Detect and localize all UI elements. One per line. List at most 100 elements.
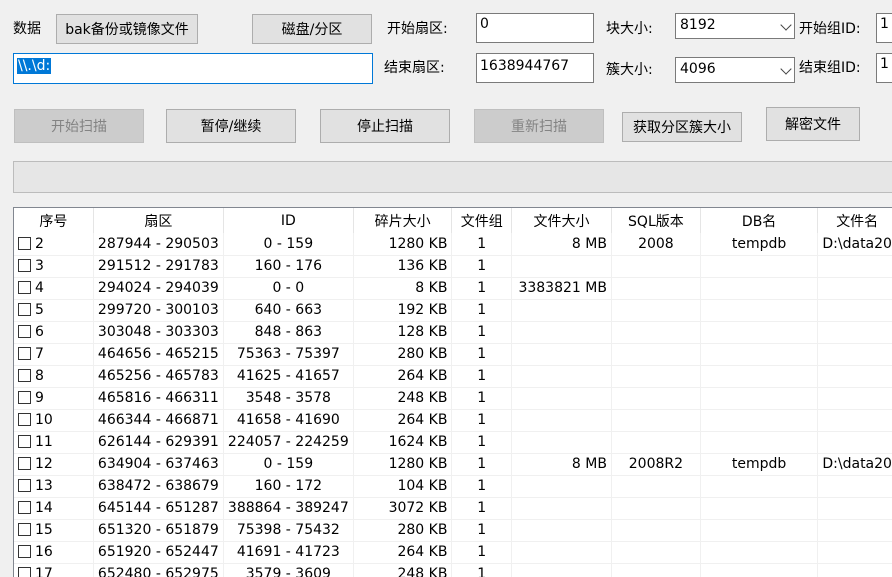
col-index-cell[interactable]: 16 <box>14 541 94 564</box>
table-row[interactable]: 10 466344 - 466871 41658 - 41690 264 KB 1 <box>14 409 892 432</box>
col-fragment-size-cell: 3072 KB <box>353 497 453 520</box>
col-index-cell[interactable]: 10 <box>14 409 94 432</box>
row-checkbox[interactable] <box>18 567 31 577</box>
col-db-name-cell <box>700 299 819 322</box>
table-row[interactable]: 16 651920 - 652447 41691 - 41723 264 KB 1 <box>14 541 892 564</box>
col-file-size-header[interactable]: 文件大小 <box>511 208 612 233</box>
col-db-name-cell: tempdb <box>700 233 819 256</box>
block-size-value: 8192 <box>680 17 716 33</box>
col-file-name-cell <box>817 299 892 322</box>
col-file-name-cell <box>817 541 892 564</box>
col-id-header[interactable]: ID <box>223 208 354 233</box>
result-table[interactable]: 序号 扇区 ID 碎片大小 文件组 文件大小 SQL版本 DB名 文件名 2 287944 - 2… <box>13 207 892 577</box>
col-file-size-cell <box>511 409 612 432</box>
start-group-input[interactable]: 1 <box>876 13 892 43</box>
col-sector-cell: 287944 - 290503 <box>93 233 224 256</box>
row-index: 14 <box>35 500 53 516</box>
data-label: 数据 <box>13 21 41 37</box>
block-size-select[interactable]: 8192 <box>675 13 795 39</box>
end-group-label: 结束组ID: <box>799 60 861 76</box>
table-row[interactable]: 7 464656 - 465215 75363 - 75397 280 KB 1 <box>14 343 892 366</box>
col-file-size-cell <box>511 519 612 542</box>
get-cluster-size-button[interactable]: 获取分区簇大小 <box>622 112 742 142</box>
col-index-cell[interactable]: 11 <box>14 431 94 454</box>
rescan-button[interactable]: 重新扫描 <box>474 109 604 143</box>
row-checkbox[interactable] <box>18 281 31 294</box>
col-filegroup-cell: 1 <box>451 299 513 322</box>
table-row[interactable]: 3 291512 - 291783 160 - 176 136 KB 1 <box>14 255 892 278</box>
col-index-cell[interactable]: 4 <box>14 277 94 300</box>
row-checkbox[interactable] <box>18 545 31 558</box>
table-row[interactable]: 9 465816 - 466311 3548 - 3578 248 KB 1 <box>14 387 892 410</box>
col-index-header[interactable]: 序号 <box>14 208 94 233</box>
disk-partition-button[interactable]: 磁盘/分区 <box>252 14 372 44</box>
table-row[interactable]: 17 652480 - 652975 3579 - 3609 248 KB 1 <box>14 563 892 577</box>
table-row[interactable]: 2 287944 - 290503 0 - 159 1280 KB 1 8 MB 2008 t… <box>14 233 892 256</box>
start-sector-label: 开始扇区: <box>387 21 448 37</box>
row-checkbox[interactable] <box>18 523 31 536</box>
col-fragment-size-header[interactable]: 碎片大小 <box>353 208 453 233</box>
row-checkbox[interactable] <box>18 391 31 404</box>
col-sql-version-header[interactable]: SQL版本 <box>611 208 701 233</box>
col-index-cell[interactable]: 9 <box>14 387 94 410</box>
col-db-name-cell <box>700 343 819 366</box>
col-index-cell[interactable]: 12 <box>14 453 94 476</box>
table-row[interactable]: 8 465256 - 465783 41625 - 41657 264 KB 1 <box>14 365 892 388</box>
row-checkbox[interactable] <box>18 501 31 514</box>
col-index-cell[interactable]: 2 <box>14 233 94 256</box>
row-checkbox[interactable] <box>18 325 31 338</box>
col-fragment-size-cell: 264 KB <box>353 541 453 564</box>
col-sector-cell: 651320 - 651879 <box>93 519 224 542</box>
col-index-cell[interactable]: 15 <box>14 519 94 542</box>
table-row[interactable]: 11 626144 - 629391 224057 - 224259 1624 KB 1 <box>14 431 892 454</box>
row-checkbox[interactable] <box>18 259 31 272</box>
col-index-cell[interactable]: 8 <box>14 365 94 388</box>
cluster-size-label: 簇大小: <box>606 62 653 78</box>
col-filegroup-header[interactable]: 文件组 <box>451 208 513 233</box>
row-checkbox[interactable] <box>18 479 31 492</box>
col-filegroup-cell: 1 <box>451 431 513 454</box>
end-sector-input[interactable]: 1638944767 <box>476 53 594 83</box>
source-button[interactable]: bak备份或镜像文件 <box>56 14 198 44</box>
row-checkbox[interactable] <box>18 369 31 382</box>
path-input[interactable]: \\.\d: <box>13 53 373 84</box>
pause-resume-button[interactable]: 暂停/继续 <box>166 109 296 143</box>
row-checkbox[interactable] <box>18 435 31 448</box>
col-db-name-cell <box>700 365 819 388</box>
row-checkbox[interactable] <box>18 413 31 426</box>
col-index-cell[interactable]: 6 <box>14 321 94 344</box>
end-group-input[interactable]: 1 <box>876 53 892 83</box>
table-row[interactable]: 15 651320 - 651879 75398 - 75432 280 KB 1 <box>14 519 892 542</box>
row-checkbox[interactable] <box>18 347 31 360</box>
table-row[interactable]: 12 634904 - 637463 0 - 159 1280 KB 1 8 MB 2008… <box>14 453 892 476</box>
row-checkbox[interactable] <box>18 236 31 250</box>
col-index-cell[interactable]: 14 <box>14 497 94 520</box>
col-sector-header[interactable]: 扇区 <box>93 208 224 233</box>
table-row[interactable]: 4 294024 - 294039 0 - 08 KB 1 3383821 MB <box>14 277 892 300</box>
col-index-cell[interactable]: 5 <box>14 299 94 322</box>
table-row[interactable]: 5 299720 - 300103 640 - 663 192 KB 1 <box>14 299 892 322</box>
col-file-size-cell <box>511 387 612 410</box>
col-sector-cell: 464656 - 465215 <box>93 343 224 366</box>
col-index-cell[interactable]: 13 <box>14 475 94 498</box>
col-index-cell[interactable]: 17 <box>14 563 94 577</box>
col-id-cell: 41691 - 41723 <box>223 541 354 564</box>
start-sector-input[interactable]: 0 <box>476 13 594 43</box>
table-row[interactable]: 14 645144 - 651287 388864 - 389247 3072 KB 1 <box>14 497 892 520</box>
stop-scan-button[interactable]: 停止扫描 <box>320 109 450 143</box>
col-index-cell[interactable]: 7 <box>14 343 94 366</box>
col-sql-version-cell <box>611 299 701 322</box>
start-scan-button[interactable]: 开始扫描 <box>14 109 144 143</box>
table-row[interactable]: 13 638472 - 638679 160 - 172 104 KB 1 <box>14 475 892 498</box>
col-db-name-header[interactable]: DB名 <box>700 208 819 233</box>
col-db-name-cell <box>700 409 819 432</box>
table-row[interactable]: 6 303048 - 303303 848 - 863 128 KB 1 <box>14 321 892 344</box>
row-checkbox[interactable] <box>18 457 31 470</box>
table-header: 序号 扇区 ID 碎片大小 文件组 文件大小 SQL版本 DB名 文件名 <box>14 208 892 233</box>
row-checkbox[interactable] <box>18 303 31 316</box>
row-index: 10 <box>35 412 53 428</box>
cluster-size-select[interactable]: 4096 <box>675 57 795 83</box>
col-file-name-header[interactable]: 文件名 <box>817 208 892 233</box>
decrypt-file-button[interactable]: 解密文件 <box>766 107 860 141</box>
col-index-cell[interactable]: 3 <box>14 255 94 278</box>
